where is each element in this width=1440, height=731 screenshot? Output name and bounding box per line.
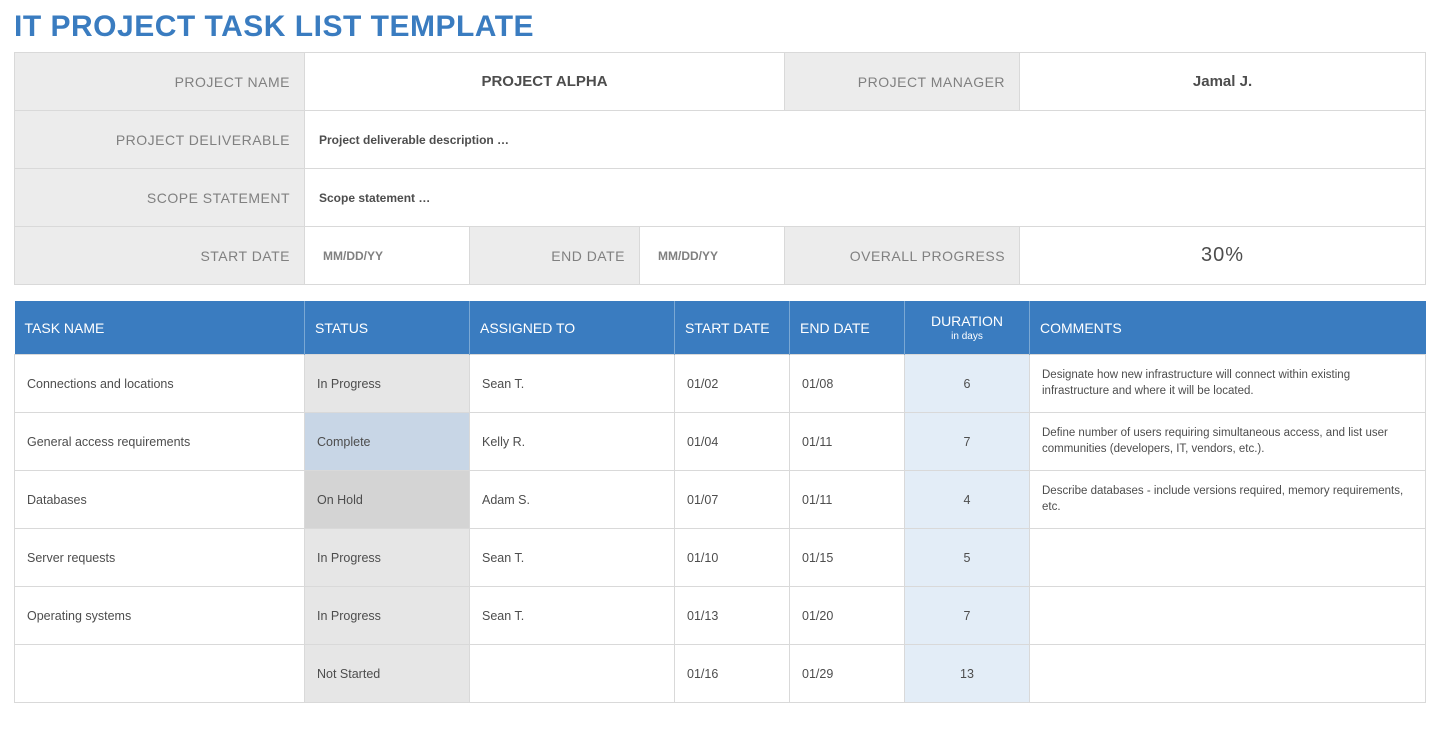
cell-assigned[interactable]: Kelly R.: [470, 413, 675, 471]
cell-start-date[interactable]: 01/13: [675, 587, 790, 645]
table-row: General access requirementsCompleteKelly…: [15, 413, 1426, 471]
value-scope[interactable]: Scope statement …: [305, 169, 1426, 227]
cell-task-name[interactable]: Databases: [15, 471, 305, 529]
cell-assigned[interactable]: [470, 645, 675, 703]
cell-comments[interactable]: [1030, 529, 1426, 587]
cell-end-date[interactable]: 01/11: [790, 471, 905, 529]
label-project-name: PROJECT NAME: [15, 53, 305, 111]
cell-end-date[interactable]: 01/15: [790, 529, 905, 587]
cell-task-name[interactable]: General access requirements: [15, 413, 305, 471]
cell-task-name[interactable]: Operating systems: [15, 587, 305, 645]
cell-start-date[interactable]: 01/07: [675, 471, 790, 529]
col-status: STATUS: [305, 301, 470, 355]
cell-duration: 5: [905, 529, 1030, 587]
col-duration-label: DURATION: [931, 313, 1003, 329]
label-deliverable: PROJECT DELIVERABLE: [15, 111, 305, 169]
cell-end-date[interactable]: 01/08: [790, 355, 905, 413]
cell-status[interactable]: On Hold: [305, 471, 470, 529]
cell-comments[interactable]: Describe databases - include versions re…: [1030, 471, 1426, 529]
cell-start-date[interactable]: 01/04: [675, 413, 790, 471]
table-row: DatabasesOn HoldAdam S.01/0701/114Descri…: [15, 471, 1426, 529]
cell-status[interactable]: In Progress: [305, 587, 470, 645]
task-table: TASK NAME STATUS ASSIGNED TO START DATE …: [14, 301, 1426, 703]
col-end-date: END DATE: [790, 301, 905, 355]
col-assigned: ASSIGNED TO: [470, 301, 675, 355]
cell-task-name[interactable]: Server requests: [15, 529, 305, 587]
cell-status[interactable]: Complete: [305, 413, 470, 471]
table-row: Connections and locationsIn ProgressSean…: [15, 355, 1426, 413]
cell-assigned[interactable]: Adam S.: [470, 471, 675, 529]
cell-duration: 4: [905, 471, 1030, 529]
meta-row-deliverable: PROJECT DELIVERABLE Project deliverable …: [15, 111, 1426, 169]
cell-end-date[interactable]: 01/29: [790, 645, 905, 703]
table-row: Not Started 01/1601/2913: [15, 645, 1426, 703]
page-title: IT PROJECT TASK LIST TEMPLATE: [14, 10, 1426, 44]
cell-end-date[interactable]: 01/20: [790, 587, 905, 645]
col-start-date: START DATE: [675, 301, 790, 355]
label-overall-progress: OVERALL PROGRESS: [785, 227, 1020, 285]
col-task-name: TASK NAME: [15, 301, 305, 355]
value-end-date[interactable]: MM/DD/YY: [640, 227, 785, 285]
cell-status[interactable]: Not Started: [305, 645, 470, 703]
label-end-date: END DATE: [470, 227, 640, 285]
cell-duration: 13: [905, 645, 1030, 703]
cell-comments[interactable]: [1030, 645, 1426, 703]
cell-comments[interactable]: Define number of users requiring simulta…: [1030, 413, 1426, 471]
cell-duration: 7: [905, 587, 1030, 645]
meta-row-name: PROJECT NAME PROJECT ALPHA PROJECT MANAG…: [15, 53, 1426, 111]
cell-comments[interactable]: Designate how new infrastructure will co…: [1030, 355, 1426, 413]
cell-assigned[interactable]: Sean T.: [470, 529, 675, 587]
label-start-date: START DATE: [15, 227, 305, 285]
cell-assigned[interactable]: Sean T.: [470, 587, 675, 645]
cell-status[interactable]: In Progress: [305, 529, 470, 587]
cell-assigned[interactable]: Sean T.: [470, 355, 675, 413]
meta-row-scope: SCOPE STATEMENT Scope statement …: [15, 169, 1426, 227]
cell-duration: 6: [905, 355, 1030, 413]
meta-row-dates: START DATE MM/DD/YY END DATE MM/DD/YY OV…: [15, 227, 1426, 285]
value-deliverable[interactable]: Project deliverable description …: [305, 111, 1426, 169]
label-scope: SCOPE STATEMENT: [15, 169, 305, 227]
label-project-manager: PROJECT MANAGER: [785, 53, 1020, 111]
col-duration-sub: in days: [915, 331, 1019, 342]
task-header-row: TASK NAME STATUS ASSIGNED TO START DATE …: [15, 301, 1426, 355]
cell-start-date[interactable]: 01/16: [675, 645, 790, 703]
cell-start-date[interactable]: 01/02: [675, 355, 790, 413]
value-overall-progress: 30%: [1020, 227, 1426, 285]
cell-end-date[interactable]: 01/11: [790, 413, 905, 471]
cell-duration: 7: [905, 413, 1030, 471]
cell-task-name[interactable]: [15, 645, 305, 703]
project-meta-table: PROJECT NAME PROJECT ALPHA PROJECT MANAG…: [14, 52, 1426, 285]
cell-status[interactable]: In Progress: [305, 355, 470, 413]
col-duration: DURATION in days: [905, 301, 1030, 355]
col-comments: COMMENTS: [1030, 301, 1426, 355]
table-row: Operating systemsIn ProgressSean T.01/13…: [15, 587, 1426, 645]
value-project-name[interactable]: PROJECT ALPHA: [305, 53, 785, 111]
cell-start-date[interactable]: 01/10: [675, 529, 790, 587]
table-row: Server requestsIn ProgressSean T.01/1001…: [15, 529, 1426, 587]
value-project-manager[interactable]: Jamal J.: [1020, 53, 1426, 111]
cell-task-name[interactable]: Connections and locations: [15, 355, 305, 413]
value-start-date[interactable]: MM/DD/YY: [305, 227, 470, 285]
cell-comments[interactable]: [1030, 587, 1426, 645]
